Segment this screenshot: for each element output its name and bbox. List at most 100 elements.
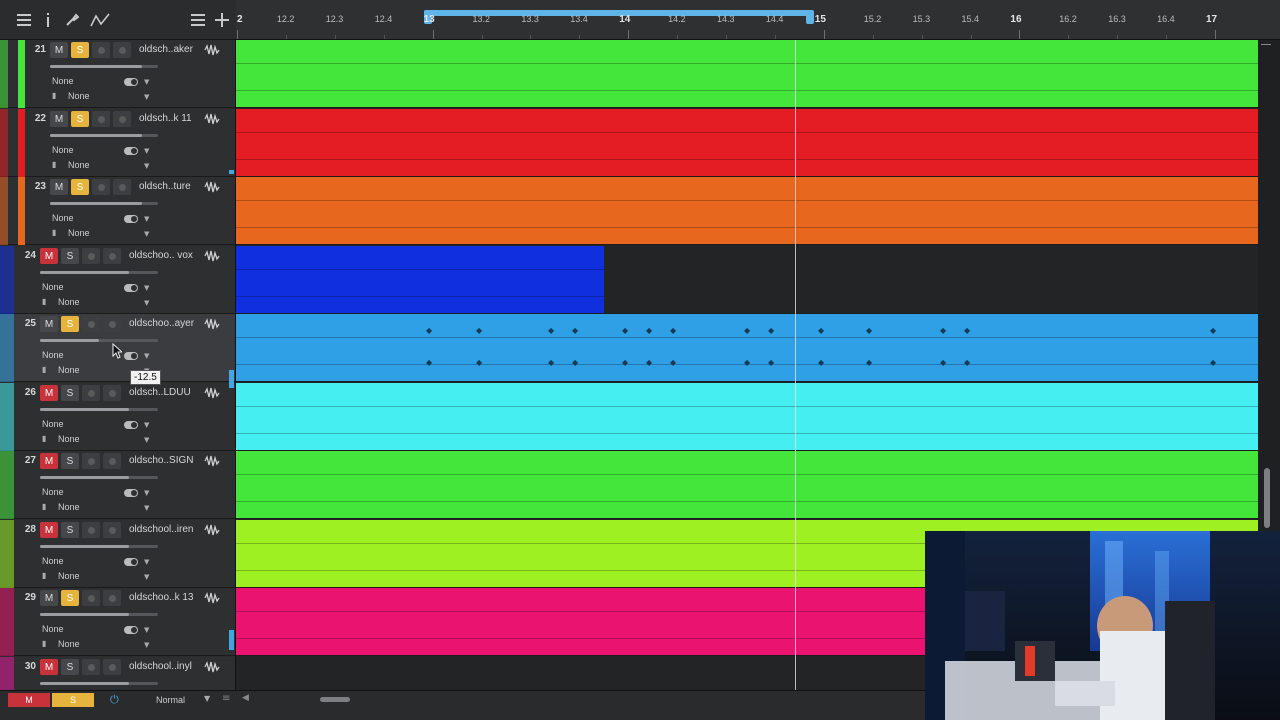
audio-event[interactable] xyxy=(236,40,1258,107)
volume-fader[interactable] xyxy=(50,65,158,68)
chevron-down-icon[interactable]: ▼ xyxy=(144,641,149,649)
chevron-down-icon[interactable]: ▼ xyxy=(144,489,149,497)
vertical-scroll-thumb[interactable] xyxy=(1264,468,1270,528)
monitor-button[interactable] xyxy=(103,453,121,469)
monitor-button[interactable] xyxy=(103,590,121,606)
audio-event[interactable] xyxy=(236,109,1258,176)
monitor-button[interactable] xyxy=(113,42,131,58)
output-select[interactable]: None xyxy=(58,571,80,581)
track-name[interactable]: oldsch..k 11 xyxy=(139,113,192,124)
volume-fader[interactable] xyxy=(50,134,158,137)
output-select[interactable]: None xyxy=(68,160,90,170)
monitor-toggle-icon[interactable] xyxy=(124,147,138,155)
mode-select[interactable]: Normal xyxy=(156,695,185,705)
track-header[interactable]: 28 M Soldschool..iren None ▼ ▮ None ▼ xyxy=(0,520,235,588)
monitor-toggle-icon[interactable] xyxy=(124,78,138,86)
volume-fader[interactable] xyxy=(40,476,158,479)
record-button[interactable] xyxy=(92,42,110,58)
monitor-toggle-icon[interactable] xyxy=(124,352,138,360)
chevron-down-icon[interactable]: ▼ xyxy=(144,93,149,101)
output-select[interactable]: None xyxy=(58,434,80,444)
audio-event[interactable] xyxy=(236,451,1258,518)
waveform-icon[interactable] xyxy=(204,523,220,541)
list-icon[interactable] xyxy=(186,8,210,32)
solo-button[interactable]: S xyxy=(61,248,79,264)
track-name[interactable]: oldschoo..ayer xyxy=(129,318,194,329)
monitor-toggle-icon[interactable] xyxy=(124,558,138,566)
track-name[interactable]: oldsch..ture xyxy=(139,181,191,192)
track-header[interactable]: 23 M Soldsch..ture None ▼ ▮ None ▼ xyxy=(0,177,235,245)
input-select[interactable]: None xyxy=(52,76,74,86)
volume-fader[interactable] xyxy=(40,613,158,616)
track-name[interactable]: oldschoo..k 13 xyxy=(129,592,194,603)
track-lane[interactable] xyxy=(236,246,1258,314)
volume-fader[interactable] xyxy=(40,339,158,342)
monitor-toggle-icon[interactable] xyxy=(124,284,138,292)
mute-button[interactable]: M xyxy=(40,316,58,332)
timeline-ruler[interactable]: 2 12.2 12.3 12.4 13 13.2 13.3 13.4 14 14.2 14.3 14.… xyxy=(236,0,1280,40)
solo-button[interactable]: S xyxy=(61,316,79,332)
volume-fader[interactable] xyxy=(40,545,158,548)
input-select[interactable]: None xyxy=(42,624,64,634)
track-header[interactable]: 27 M Soldscho..SIGN None ▼ ▮ None ▼ xyxy=(0,451,235,519)
output-select[interactable]: None xyxy=(68,228,90,238)
input-select[interactable]: None xyxy=(42,487,64,497)
track-header[interactable]: 24 M Soldschoo.. vox None ▼ ▮ None ▼ xyxy=(0,246,235,314)
input-select[interactable]: None xyxy=(52,213,74,223)
track-name[interactable]: oldscho..SIGN xyxy=(129,455,193,466)
add-track-icon[interactable] xyxy=(210,8,234,32)
solo-all-button[interactable]: S xyxy=(52,693,94,707)
chevron-down-icon[interactable]: ▼ xyxy=(144,421,149,429)
waveform-icon[interactable] xyxy=(204,112,220,130)
output-select[interactable]: None xyxy=(58,365,80,375)
track-name[interactable]: oldschool..inyl xyxy=(129,661,192,672)
horizontal-scroll-thumb[interactable] xyxy=(320,697,350,702)
monitor-button[interactable] xyxy=(103,248,121,264)
monitor-toggle-icon[interactable] xyxy=(124,421,138,429)
monitor-toggle-icon[interactable] xyxy=(124,489,138,497)
waveform-icon[interactable] xyxy=(204,43,220,61)
wrench-icon[interactable] xyxy=(60,8,84,32)
input-select[interactable]: None xyxy=(42,556,64,566)
monitor-button[interactable] xyxy=(103,659,121,675)
track-header[interactable]: 29 M Soldschoo..k 13 None ▼ ▮ None ▼ xyxy=(0,588,235,656)
options-icon[interactable]: ≡ xyxy=(222,693,230,704)
track-header[interactable]: 26 M Soldsch..LDUU None ▼ ▮ None ▼ xyxy=(0,383,235,451)
solo-button[interactable]: S xyxy=(61,590,79,606)
record-button[interactable] xyxy=(82,522,100,538)
waveform-icon[interactable] xyxy=(204,660,220,678)
chevron-down-icon[interactable]: ▼ xyxy=(144,299,149,307)
chevron-down-icon[interactable]: ▼ xyxy=(144,626,149,634)
track-name[interactable]: oldschool..iren xyxy=(129,524,193,535)
record-button[interactable] xyxy=(82,453,100,469)
track-name[interactable]: oldsch..LDUU xyxy=(129,387,191,398)
chevron-down-icon[interactable]: ▼ xyxy=(144,352,149,360)
track-header[interactable]: 21 M Soldsch..aker None ▼ ▮ None ▼ xyxy=(0,40,235,108)
audio-event[interactable] xyxy=(236,588,925,655)
volume-fader[interactable] xyxy=(40,271,158,274)
audio-event[interactable] xyxy=(236,177,1258,244)
output-select[interactable]: None xyxy=(68,91,90,101)
chevron-down-icon[interactable]: ▼ xyxy=(144,558,149,566)
input-select[interactable]: None xyxy=(42,419,64,429)
record-button[interactable] xyxy=(82,590,100,606)
output-select[interactable]: None xyxy=(58,639,80,649)
solo-button[interactable]: S xyxy=(71,42,89,58)
monitor-button[interactable] xyxy=(103,522,121,538)
mute-button[interactable]: M xyxy=(50,179,68,195)
mute-button[interactable]: M xyxy=(50,111,68,127)
volume-fader[interactable] xyxy=(50,202,158,205)
chevron-down-icon[interactable]: ▼ xyxy=(144,215,149,223)
chevron-down-icon[interactable]: ▼ xyxy=(144,147,149,155)
waveform-icon[interactable] xyxy=(204,180,220,198)
output-select[interactable]: None xyxy=(58,297,80,307)
mute-button[interactable]: M xyxy=(40,385,58,401)
chevron-down-icon[interactable]: ▼ xyxy=(144,573,149,581)
monitor-toggle-icon[interactable] xyxy=(124,626,138,634)
track-lane[interactable] xyxy=(236,451,1258,519)
solo-button[interactable]: S xyxy=(71,111,89,127)
solo-button[interactable]: S xyxy=(61,659,79,675)
track-lane[interactable] xyxy=(236,40,1258,108)
chevron-down-icon[interactable]: ▼ xyxy=(144,504,149,512)
audio-event[interactable] xyxy=(236,246,604,313)
